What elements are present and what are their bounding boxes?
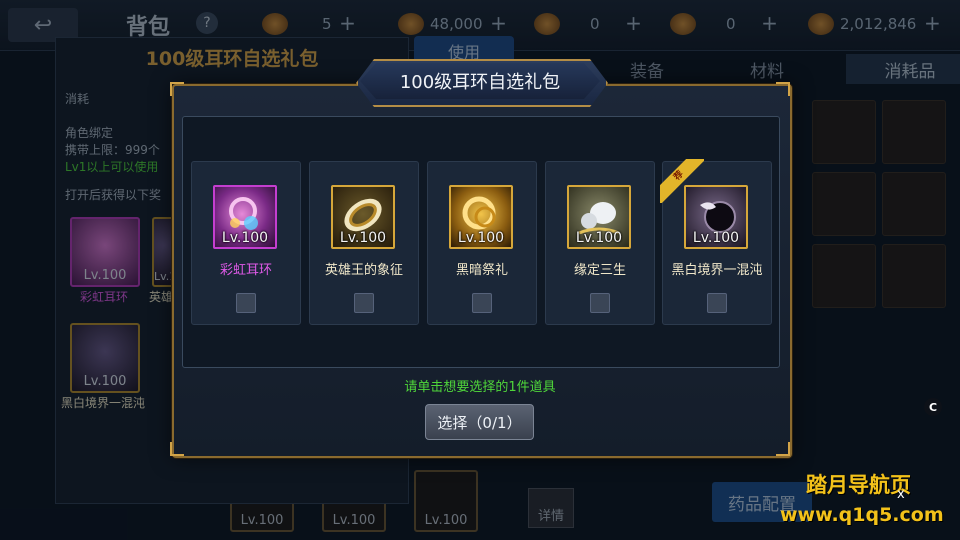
option-checkbox[interactable] <box>236 293 256 313</box>
earring-icon: Lv.100 <box>213 185 277 249</box>
earring-icon: Lv.100 <box>567 185 631 249</box>
option-name: 缘定三生 <box>573 263 626 278</box>
option-card-destined-three-lives[interactable]: Lv.100 缘定三生 <box>545 161 655 325</box>
option-card-black-white-chaos[interactable]: 荐 Lv.100 黑白境界一混沌 <box>660 159 772 325</box>
corner-ornament <box>170 442 184 456</box>
option-name: 黑白境界一混沌 <box>671 263 763 278</box>
option-card-rainbow-earring[interactable]: Lv.100 彩虹耳环 <box>191 161 301 325</box>
corner-ornament <box>776 82 790 96</box>
option-card-dark-ritual[interactable]: Lv.100 黑暗祭礼 <box>427 161 537 325</box>
watermark-title: 踏月导航页 <box>806 473 911 497</box>
option-checkbox[interactable] <box>590 293 610 313</box>
corner-ornament <box>170 82 184 96</box>
earring-icon: Lv.100 <box>331 185 395 249</box>
earring-icon: Lv.100 <box>449 185 513 249</box>
watermark-url: www.q1q5.com <box>780 504 944 526</box>
option-checkbox[interactable] <box>472 293 492 313</box>
select-confirm-button[interactable]: 选择（0/1） <box>425 404 534 440</box>
option-name: 英雄王的象征 <box>324 263 403 278</box>
corner-ornament <box>776 442 790 456</box>
option-name: 黑暗祭礼 <box>455 263 508 278</box>
earring-icon: Lv.100 <box>684 185 748 249</box>
selection-hint: 请单击想要选择的1件道具 <box>404 380 556 395</box>
option-card-hero-king-symbol[interactable]: Lv.100 英雄王的象征 <box>309 161 419 325</box>
dialog-title: 100级耳环自选礼包 <box>360 63 600 99</box>
option-checkbox[interactable] <box>354 293 374 313</box>
option-name: 彩虹耳环 <box>219 263 272 278</box>
watermark-close-icon[interactable]: x <box>897 487 905 502</box>
option-checkbox[interactable] <box>707 293 727 313</box>
c-badge[interactable]: C <box>924 398 942 416</box>
